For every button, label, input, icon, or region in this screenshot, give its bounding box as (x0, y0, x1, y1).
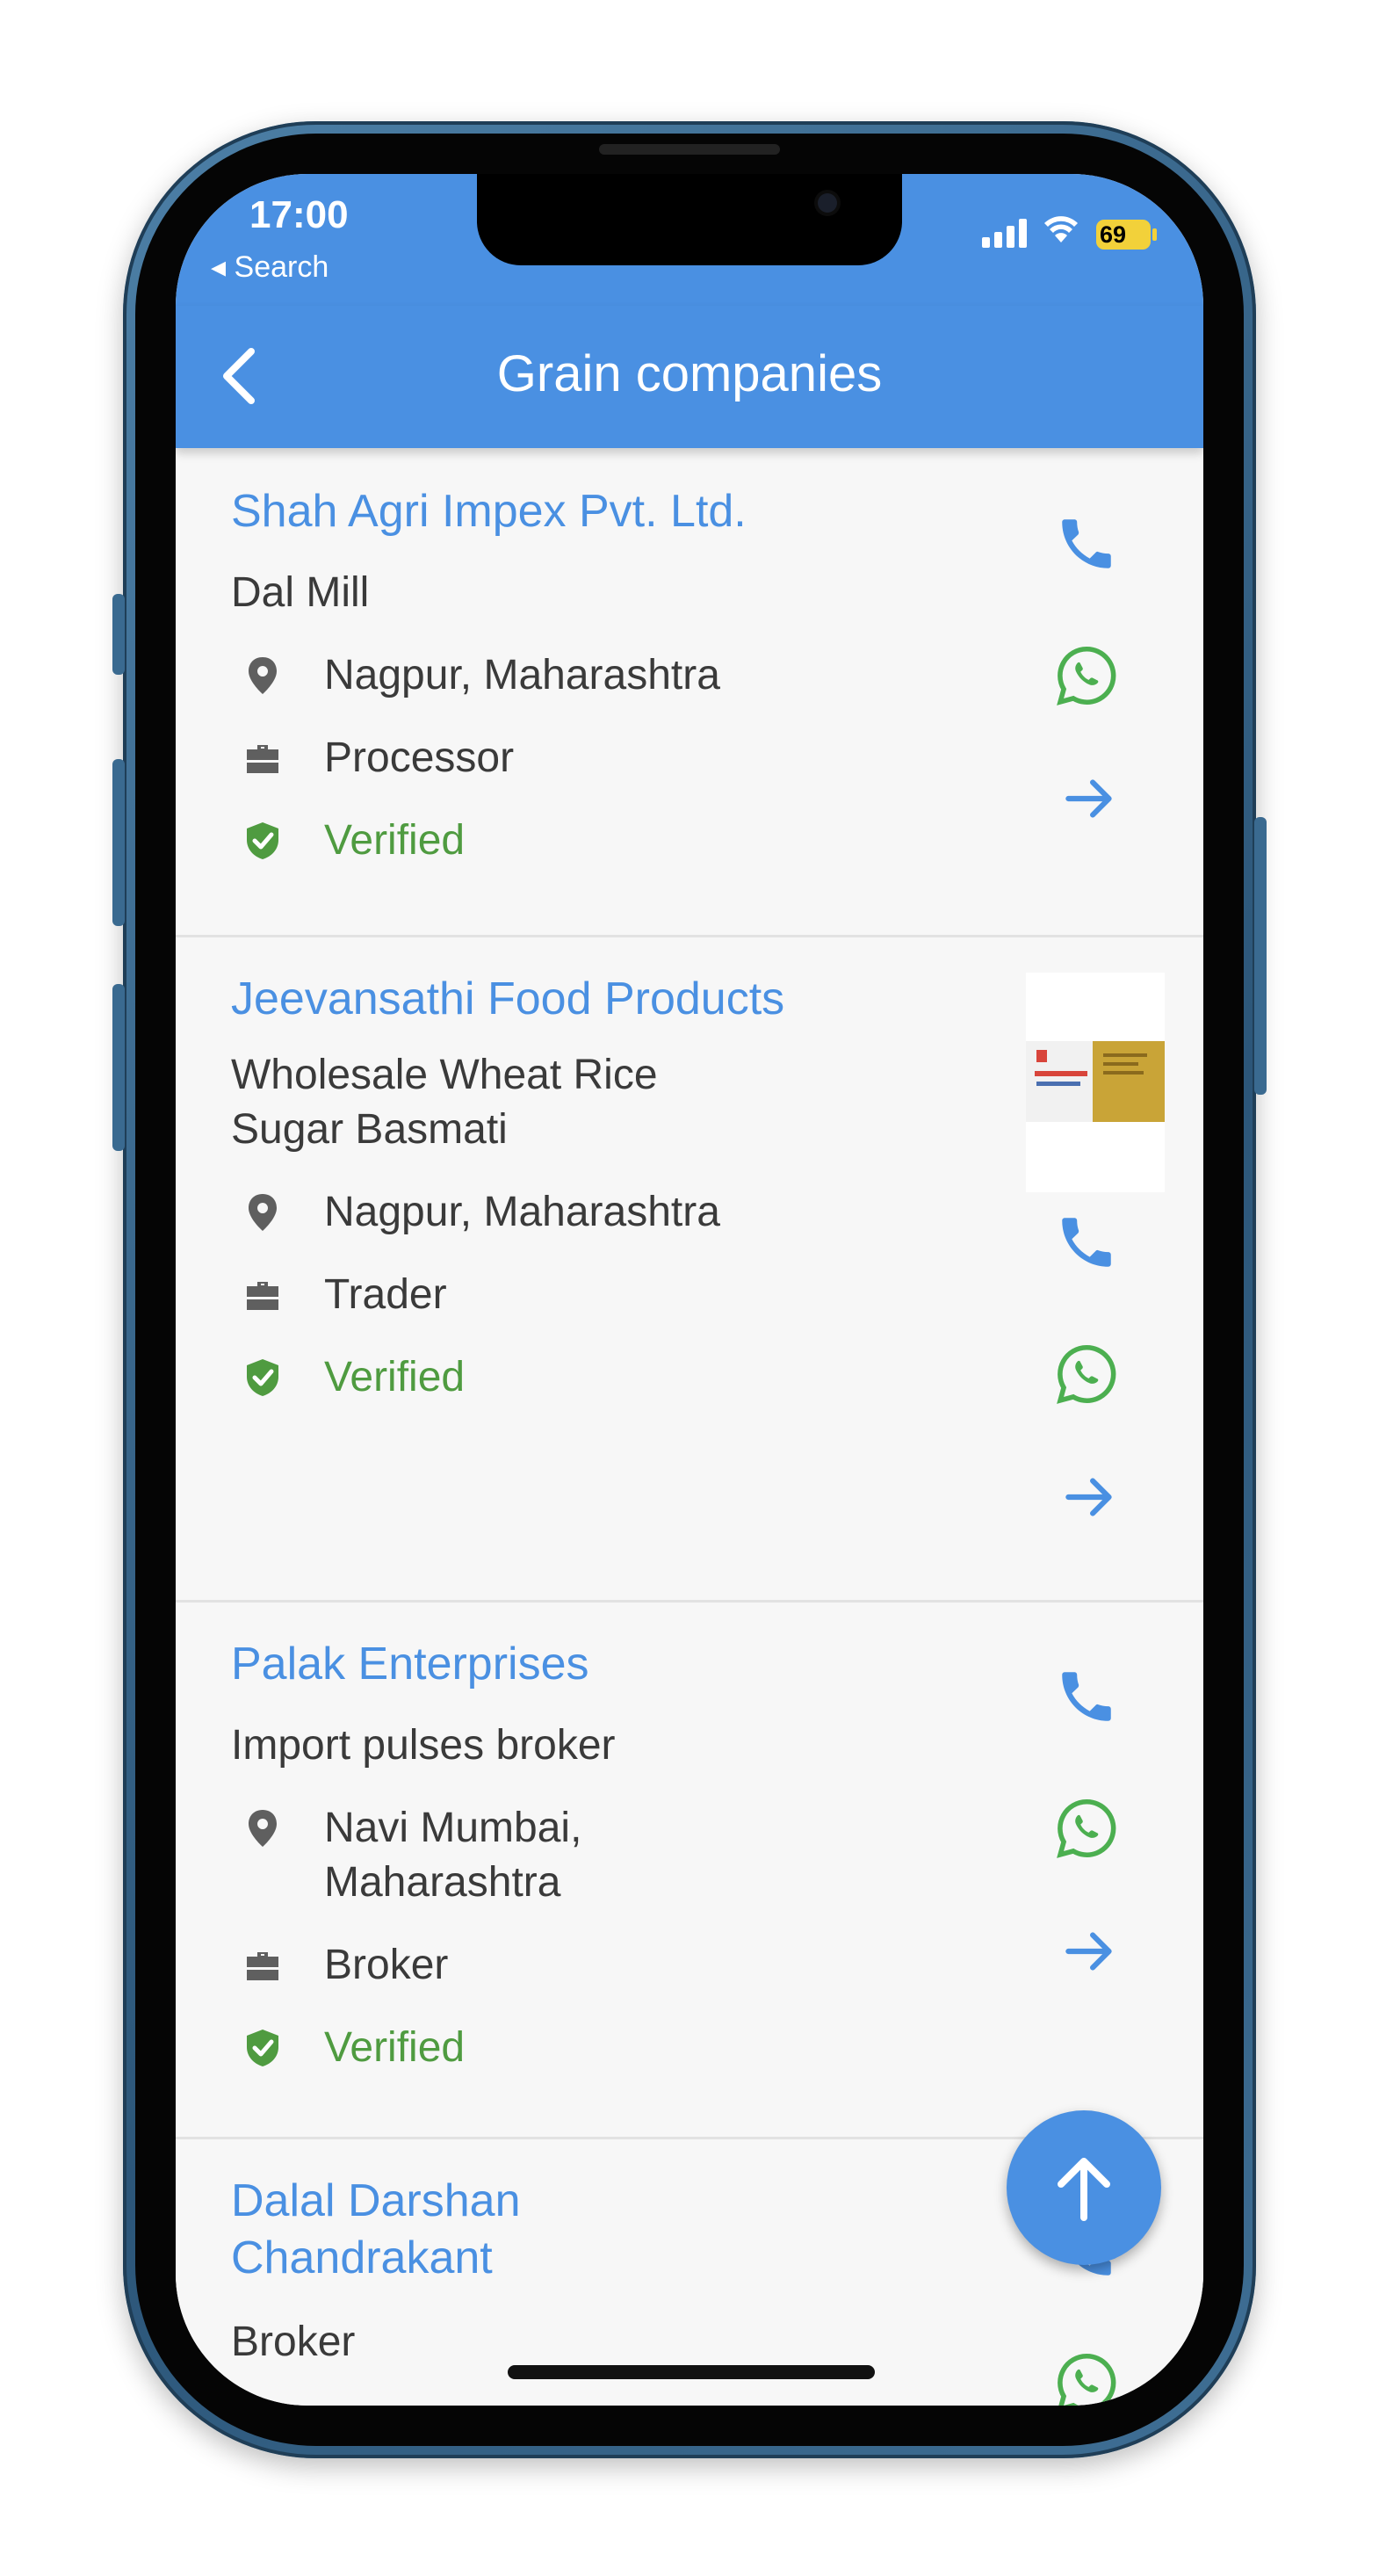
company-category: Dal Mill (231, 569, 370, 616)
page-title: Grain companies (496, 345, 883, 402)
whatsapp-icon[interactable] (1054, 2350, 1119, 2406)
company-name[interactable]: Jeevansathi Food Products (231, 971, 784, 1028)
verified-status: Verified (324, 2024, 466, 2071)
volume-up-button (112, 759, 125, 926)
company-name[interactable]: Shah Agri Impex Pvt. Ltd. (231, 483, 747, 540)
shield-check-icon (247, 1359, 278, 1396)
business-card-graphic (1035, 1050, 1147, 1086)
map-pin-icon (249, 657, 277, 694)
shield-check-icon (247, 2030, 278, 2066)
earpiece-speaker (599, 144, 780, 155)
app-bar: Grain companies (176, 306, 1203, 448)
status-bar: 17:00 ◂ Search 69 (176, 174, 1203, 306)
wifi-icon (1044, 216, 1078, 242)
power-button (1254, 817, 1267, 1095)
phone-icon[interactable] (1054, 1210, 1119, 1275)
business-card-image (1026, 1041, 1165, 1122)
volume-down-button (112, 984, 125, 1151)
company-thumbnail[interactable] (1026, 973, 1165, 1192)
company-category-line2: Sugar Basmati (231, 1106, 508, 1153)
company-location: Nagpur, Maharashtra (324, 1189, 720, 1235)
silent-switch (112, 594, 125, 675)
briefcase-icon (247, 1952, 278, 1980)
home-indicator[interactable] (508, 2365, 875, 2379)
map-pin-icon (249, 1194, 277, 1231)
arrow-right-icon[interactable] (1058, 766, 1123, 831)
back-to-app-link[interactable]: ◂ Search (211, 250, 329, 285)
company-role: Trader (324, 1271, 447, 1318)
cellular-signal-icon (982, 218, 1031, 248)
whatsapp-icon[interactable] (1054, 643, 1119, 708)
map-pin-icon (249, 1810, 277, 1847)
whatsapp-icon[interactable] (1054, 1796, 1119, 1861)
shield-check-icon (247, 822, 278, 859)
verified-status: Verified (324, 1354, 466, 1400)
company-name-line1[interactable]: Dalal Darshan (231, 2173, 521, 2230)
company-location-line1: Navi Mumbai, (324, 1805, 582, 1851)
company-role: Broker (324, 1942, 449, 1988)
company-category: Import pulses broker (231, 1722, 616, 1769)
company-name-line2[interactable]: Chandrakant (231, 2230, 493, 2287)
company-location: Nagpur, Maharashtra (324, 652, 720, 698)
company-category: Broker (231, 2319, 356, 2365)
front-camera (818, 193, 837, 213)
arrow-right-icon[interactable] (1058, 1919, 1123, 1984)
status-time: 17:00 (249, 193, 349, 236)
company-card[interactable]: Jeevansathi Food Products Wholesale Whea… (176, 937, 1203, 1603)
scroll-to-top-button[interactable] (1007, 2110, 1161, 2265)
screen: 17:00 ◂ Search 69 Grain companies Shah A… (176, 174, 1203, 2406)
company-category-line1: Wholesale Wheat Rice (231, 1052, 658, 1098)
battery-level: 69 (1096, 220, 1151, 250)
briefcase-icon (247, 1282, 278, 1310)
company-location-line2: Maharashtra (324, 1859, 561, 1906)
battery-tip (1152, 228, 1157, 241)
company-name[interactable]: Palak Enterprises (231, 1636, 589, 1693)
briefcase-icon (247, 745, 278, 773)
phone-icon[interactable] (1054, 1664, 1119, 1729)
company-card[interactable]: Shah Agri Impex Pvt. Ltd. Dal Mill Nagpu… (176, 448, 1203, 937)
arrow-right-icon[interactable] (1058, 1465, 1123, 1530)
company-role: Processor (324, 734, 515, 781)
notch (477, 174, 902, 265)
phone-icon[interactable] (1054, 511, 1119, 576)
arrow-up-icon (1058, 2158, 1110, 2221)
company-card[interactable]: Palak Enterprises Import pulses broker N… (176, 1603, 1203, 2139)
whatsapp-icon[interactable] (1054, 1342, 1119, 1407)
verified-status: Verified (324, 817, 466, 864)
